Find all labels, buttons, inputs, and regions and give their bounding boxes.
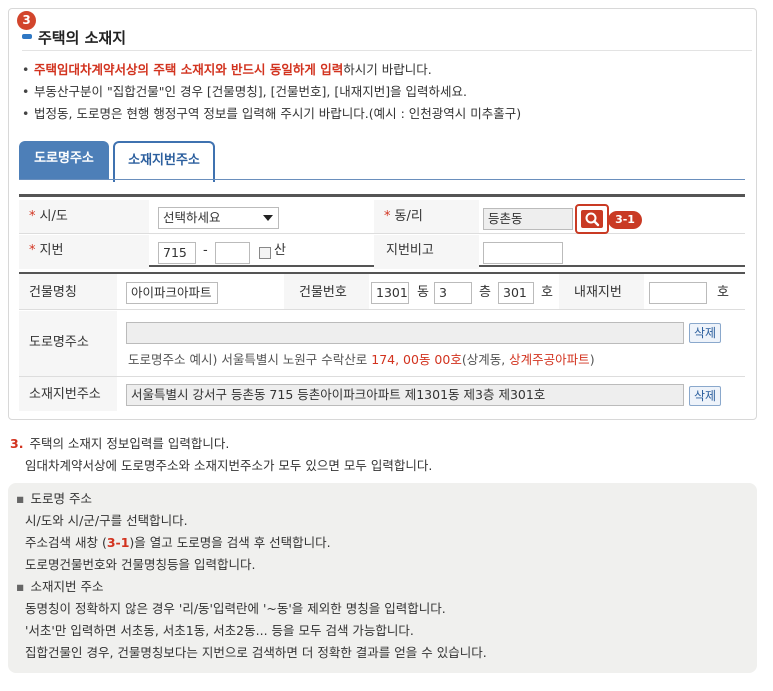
- search-icon: [585, 212, 600, 227]
- jibun-dash: -: [203, 243, 208, 258]
- notice-item: 법정동, 도로명은 현행 행정구역 정보를 입력해 주시기 바랍니다.(예시 :…: [22, 104, 742, 126]
- inner-jibun-input[interactable]: [649, 282, 707, 304]
- title-marker-icon: [22, 34, 32, 39]
- san-checkbox[interactable]: [259, 247, 271, 259]
- road-address-example: 도로명주소 예시) 서울특별시 노원구 수락산로 174, 00동 00호(상계…: [128, 352, 595, 367]
- lot-address-delete-button[interactable]: 삭제: [689, 386, 721, 406]
- tab-divider: [19, 179, 745, 180]
- guide-lot-title: ▪ 소재지번 주소: [16, 579, 104, 594]
- form-row-jibun: * 지번 715 - 산 지번비고: [19, 235, 745, 269]
- inner-ho-unit: 호: [717, 285, 729, 300]
- form-row-road-address: 도로명주소 삭제 도로명주소 예시) 서울특별시 노원구 수락산로 174, 0…: [19, 311, 745, 377]
- notice-item: 부동산구분이 "집합건물"인 경우 [건물명칭], [건물번호], [내재지번]…: [22, 82, 742, 104]
- jibun-note-input[interactable]: [483, 242, 563, 264]
- ho-unit: 호: [541, 285, 553, 300]
- road-address-delete-button[interactable]: 삭제: [689, 323, 721, 343]
- inner-jibun-label: 내재지번: [574, 285, 622, 300]
- address-search-button[interactable]: [575, 204, 609, 234]
- dong-input[interactable]: 등촌동: [483, 208, 573, 230]
- tab-lot-address[interactable]: 소재지번주소: [113, 141, 215, 182]
- step-description: 3. 주택의 소재지 정보입력를 입력합니다. 임대차계약서상에 도로명주소와 소…: [10, 436, 433, 473]
- san-label: 산: [274, 243, 286, 258]
- jibun-sub-input[interactable]: [215, 242, 250, 264]
- building-name-input[interactable]: 아이파크아파트: [126, 282, 218, 304]
- building-number-label: 건물번호: [299, 285, 347, 300]
- jibun-main-input[interactable]: 715: [158, 242, 196, 264]
- road-address-label: 도로명주소: [29, 335, 89, 350]
- title-divider: [22, 50, 752, 51]
- floor-unit: 층: [479, 285, 491, 300]
- dong-label: * 동/리: [384, 209, 423, 224]
- notice-list: 주택임대차계약서상의 주택 소재지와 반드시 동일하게 입력하시기 바랍니다. …: [22, 60, 742, 126]
- form-row-lot-address: 소재지번주소 서울특별시 강서구 등촌동 715 등촌아이파크아파트 제1301…: [19, 377, 745, 411]
- guide-box: ▪ 도로명 주소 시/도와 시/군/구를 선택합니다. 주소검색 새창 (3-1)…: [8, 483, 757, 673]
- sido-label: * 시/도: [29, 209, 68, 224]
- building-number-input[interactable]: 1301: [371, 282, 409, 304]
- callout-label: 3-1: [608, 211, 642, 229]
- floor-input[interactable]: 3: [434, 282, 472, 304]
- road-address-input[interactable]: [126, 322, 684, 344]
- ho-input[interactable]: 301: [498, 282, 534, 304]
- section-title: 주택의 소재지: [38, 29, 127, 47]
- lot-address-input[interactable]: 서울특별시 강서구 등촌동 715 등촌아이파크아파트 제1301동 제3층 제…: [126, 384, 684, 406]
- dong-unit: 동: [417, 285, 429, 300]
- form-row-building: 건물명칭 아이파크아파트 건물번호 1301 동 3 층 301 호 내재지번 …: [19, 274, 745, 310]
- jibun-note-label: 지번비고: [386, 243, 434, 258]
- lot-search-form: * 시/도 선택하세요 * 동/리 등촌동 3-1 * 지번 715 - 산 지번비고: [19, 194, 745, 269]
- form-row-sido: * 시/도 선택하세요 * 동/리 등촌동 3-1: [19, 200, 745, 234]
- chevron-down-icon: [263, 215, 273, 221]
- notice-item: 주택임대차계약서상의 주택 소재지와 반드시 동일하게 입력하시기 바랍니다.: [22, 60, 742, 82]
- sido-select[interactable]: 선택하세요: [158, 207, 279, 229]
- tab-road-address[interactable]: 도로명주소: [19, 141, 109, 180]
- jibun-label: * 지번: [29, 243, 64, 258]
- building-name-label: 건물명칭: [29, 285, 77, 300]
- step-badge: 3: [17, 11, 36, 30]
- building-detail-form: 건물명칭 아이파크아파트 건물번호 1301 동 3 층 301 호 내재지번 …: [19, 272, 745, 411]
- lot-address-label: 소재지번주소: [29, 387, 101, 402]
- guide-road-title: ▪ 도로명 주소: [16, 491, 92, 506]
